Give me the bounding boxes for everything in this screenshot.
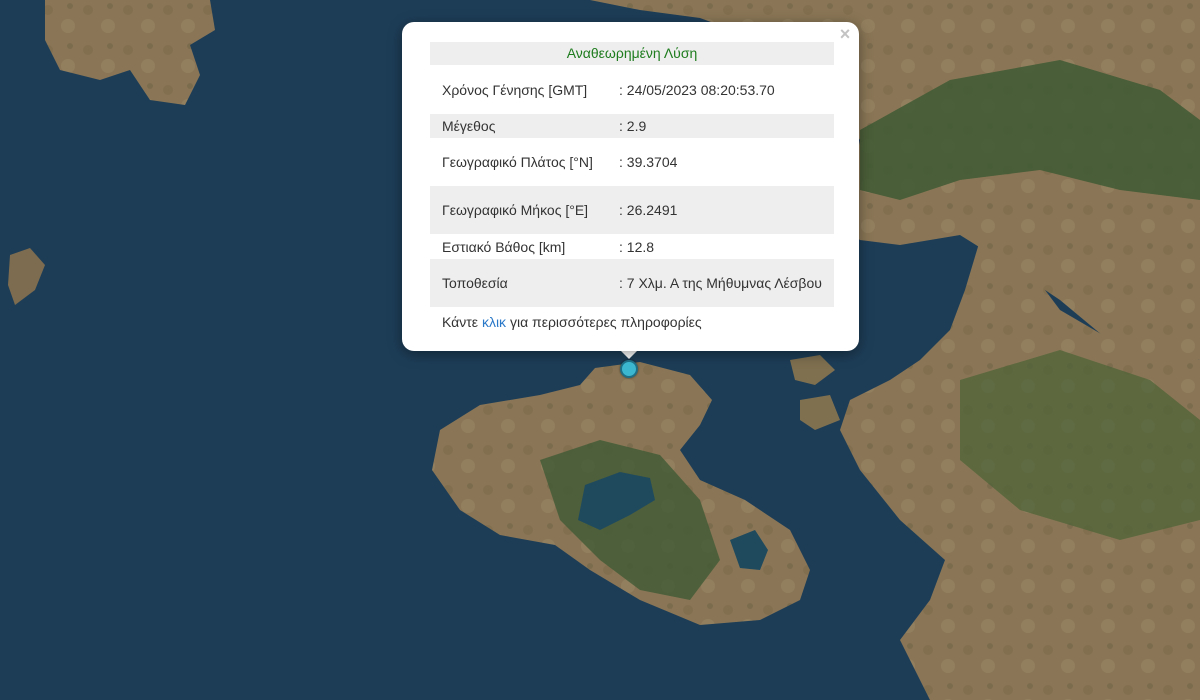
close-icon[interactable]: × — [837, 25, 853, 43]
row-latitude: Γεωγραφικό Πλάτος [°N] : 39.3704 — [430, 138, 834, 186]
earthquake-details-table: Χρόνος Γένησης [GMT] : 24/05/2023 08:20:… — [430, 65, 834, 307]
more-info-link[interactable]: κλικ — [482, 314, 506, 330]
depth-value: : 12.8 — [619, 238, 655, 255]
origin-time-value: : 24/05/2023 08:20:53.70 — [619, 81, 775, 98]
earthquake-epicenter-marker[interactable] — [620, 360, 638, 378]
row-depth: Εστιακό Βάθος [km] : 12.8 — [430, 234, 834, 259]
magnitude-value: : 2.9 — [619, 118, 647, 134]
popup-content: Αναθεωρημένη Λύση Χρόνος Γένησης [GMT] :… — [430, 42, 834, 331]
more-info-prefix: Κάντε — [442, 314, 479, 330]
latitude-value: : 39.3704 — [619, 154, 678, 170]
more-info-line: Κάντε κλικ για περισσότερες πληροφορίες — [430, 313, 834, 331]
latitude-label: Γεωγραφικό Πλάτος [°N] — [442, 154, 593, 170]
longitude-value: : 26.2491 — [619, 202, 678, 218]
more-info-suffix: για περισσότερες πληροφορίες — [509, 314, 702, 330]
row-origin-time: Χρόνος Γένησης [GMT] : 24/05/2023 08:20:… — [430, 65, 834, 114]
magnitude-label: Μέγεθος — [442, 118, 496, 134]
location-value: : 7 Χλμ. Α της Μήθυμνας Λέσβου — [619, 275, 822, 291]
earthquake-info-popup: × Αναθεωρημένη Λύση Χρόνος Γένησης [GMT]… — [402, 22, 859, 351]
depth-label: Εστιακό Βάθος [km] — [442, 238, 566, 255]
origin-time-label: Χρόνος Γένησης [GMT] — [442, 81, 588, 98]
longitude-label: Γεωγραφικό Μήκος [°E] — [442, 202, 589, 218]
row-longitude: Γεωγραφικό Μήκος [°E] : 26.2491 — [430, 186, 834, 234]
location-label: Τοποθεσία — [442, 275, 508, 291]
row-location: Τοποθεσία : 7 Χλμ. Α της Μήθυμνας Λέσβου — [430, 259, 834, 307]
solution-status: Αναθεωρημένη Λύση — [430, 42, 834, 65]
row-magnitude: Μέγεθος : 2.9 — [430, 114, 834, 138]
